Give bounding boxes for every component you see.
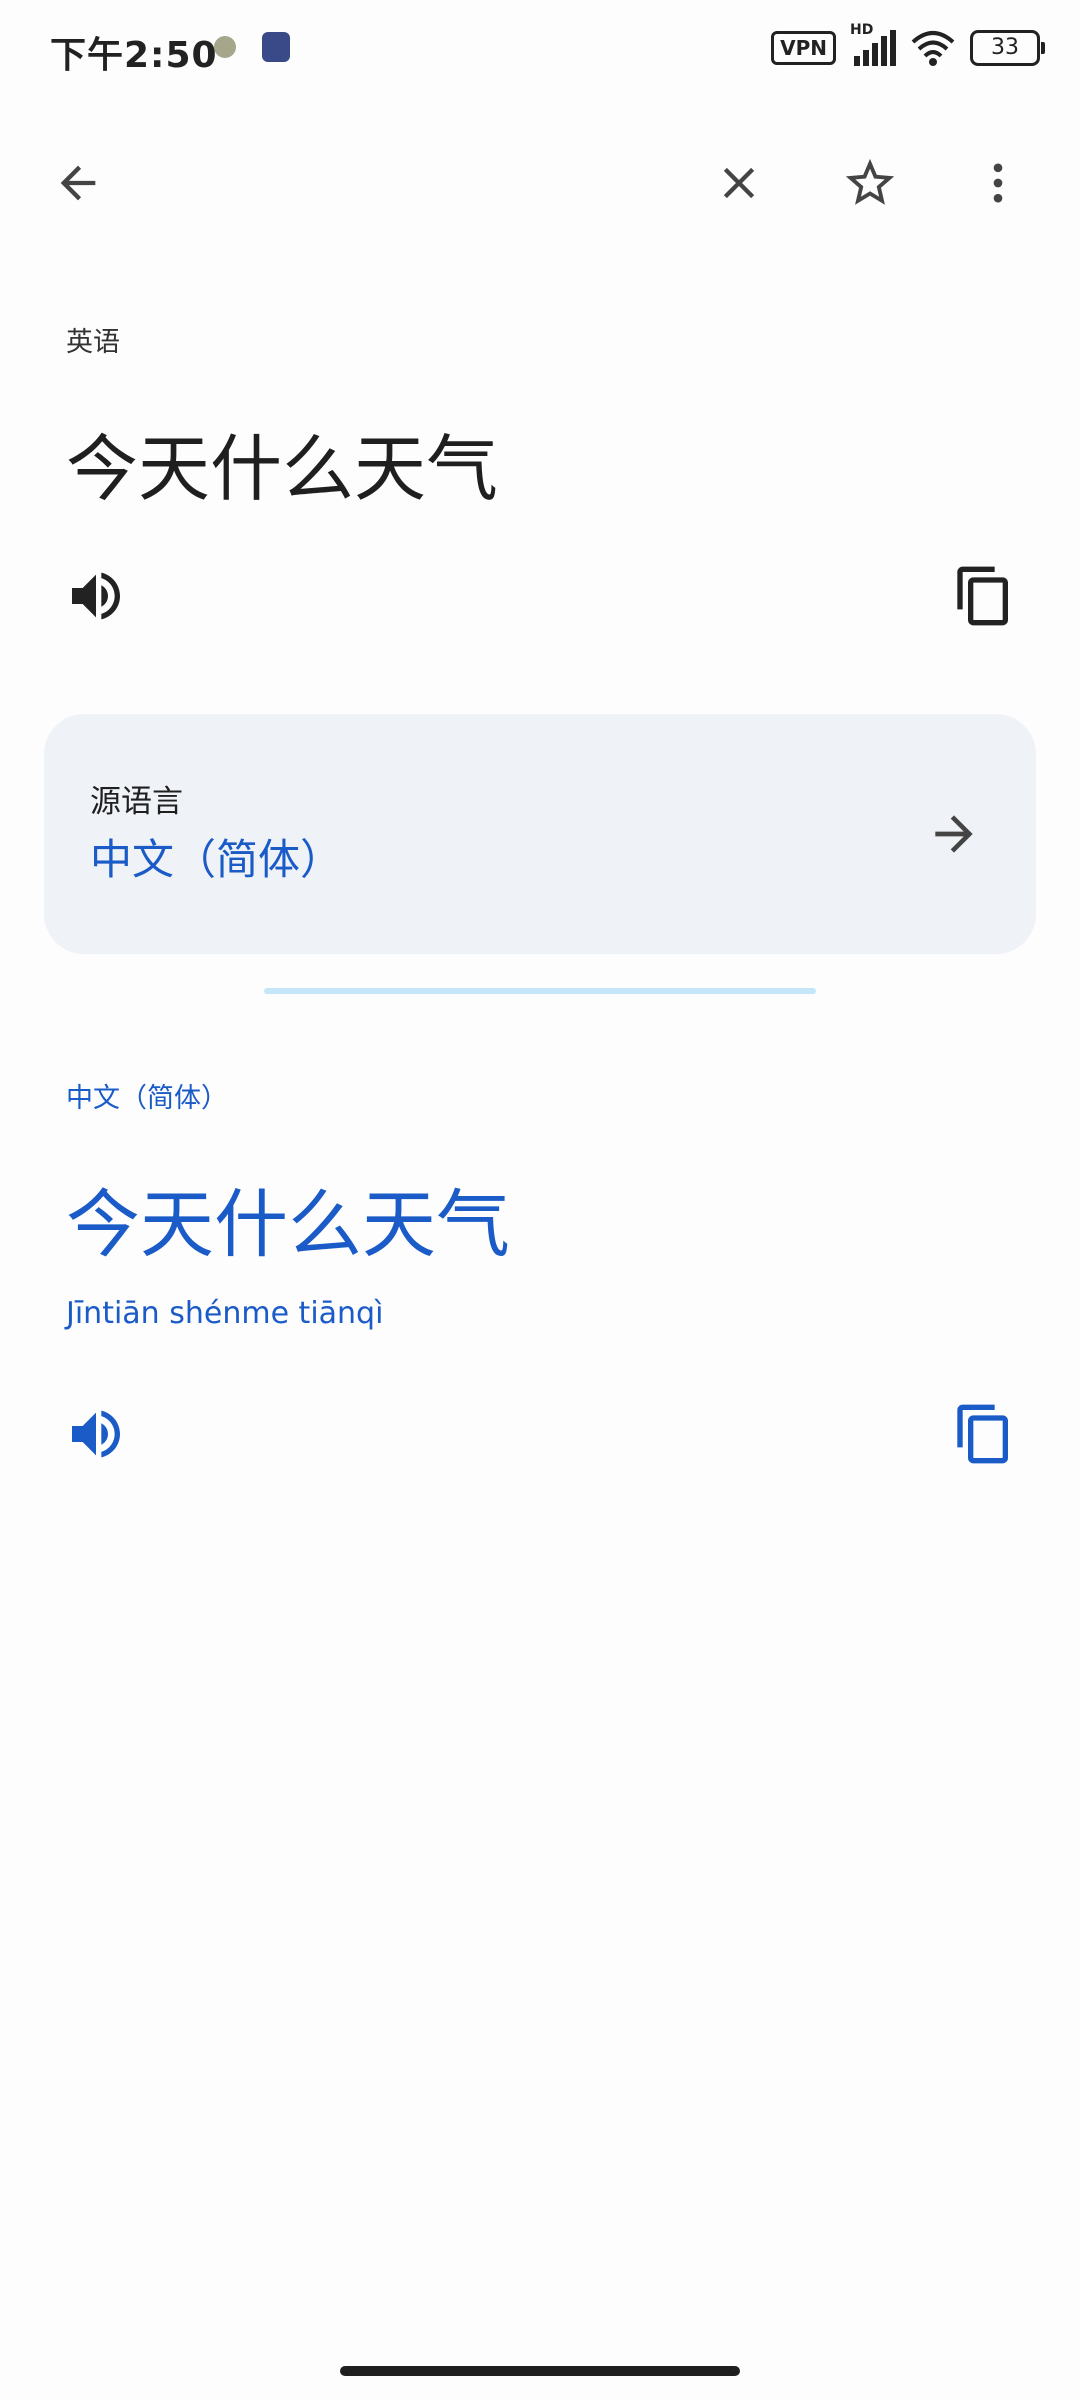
top-app-bar [0,130,1080,240]
vpn-badge: VPN [771,31,836,65]
more-options-button[interactable] [958,143,1038,223]
translation-romanization: Jīntiān shénme tiānqì [66,1296,384,1331]
favorite-button[interactable] [830,143,910,223]
battery-indicator: 33 [970,30,1045,66]
translation-copy-button[interactable] [946,1396,1022,1472]
copy-icon [957,566,1008,626]
arrow-right-icon [935,815,973,853]
source-language-card-arrow[interactable] [916,796,992,872]
close-icon [723,167,755,199]
star-outline-icon [845,158,895,205]
copy-icon [957,1404,1008,1464]
status-time: 下午2:50 [50,35,218,76]
clear-button[interactable] [699,143,779,223]
status-indicators: VPN HD 33 [771,22,1045,68]
source-text[interactable]: 今天什么天气 [66,410,498,515]
translation-detail-screen: 下午2:50 VPN HD 33 英语 今天什么天气 源语言 中文（简体） 中文… [0,0,1080,2400]
status-bar: 下午2:50 VPN HD 33 [0,0,1080,96]
more-vert-icon [993,163,1003,203]
source-language-label: 英语 [66,327,120,358]
home-indicator[interactable] [340,2366,740,2376]
volume-icon [72,1410,120,1458]
source-language-card[interactable]: 源语言 中文（简体） [44,714,1036,954]
source-language-card-value: 中文（简体） [90,835,343,884]
source-language-card-title: 源语言 [90,784,183,820]
wifi-icon [910,28,956,68]
translation-listen-button[interactable] [58,1396,134,1472]
translation-text[interactable]: 今天什么天气 [66,1165,510,1272]
section-divider [264,988,816,994]
arrow-left-icon [60,165,96,201]
source-copy-button[interactable] [946,558,1022,634]
download-notification-icon [214,36,236,58]
volume-icon [72,572,120,620]
cellular-signal-icon: HD [850,22,896,68]
target-language-label: 中文（简体） [66,1083,228,1114]
back-button[interactable] [38,143,118,223]
app-notification-icon [262,32,290,62]
source-listen-button[interactable] [58,558,134,634]
